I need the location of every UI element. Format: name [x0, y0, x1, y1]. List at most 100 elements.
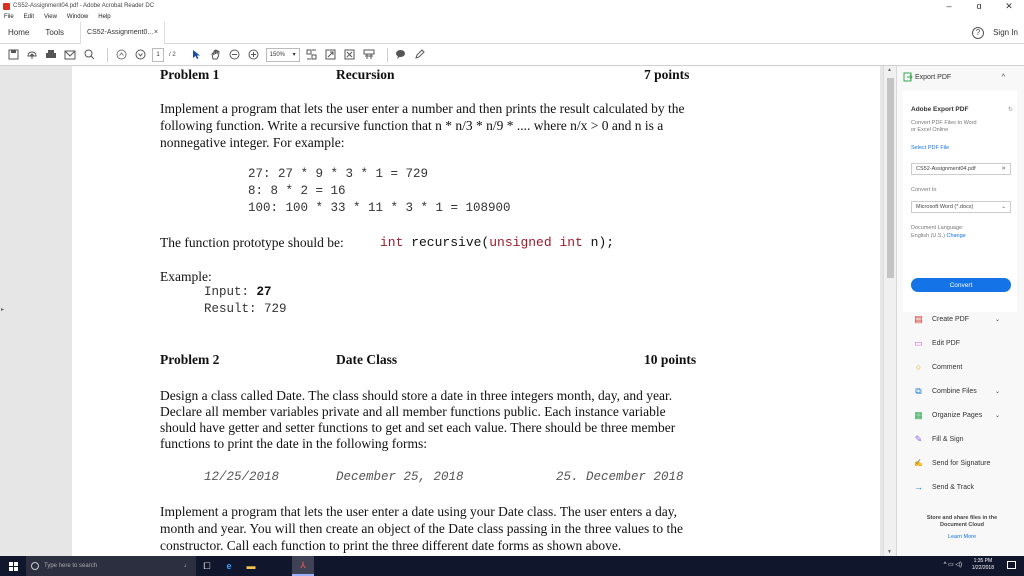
input-value: 27 [256, 285, 272, 299]
acrobat-app-icon [3, 2, 10, 10]
next-page-icon[interactable] [133, 48, 147, 62]
page-number-input[interactable]: 1 [152, 47, 164, 62]
taskbar-spacer [262, 556, 292, 576]
vertical-scrollbar[interactable]: ▲ ▼ [883, 66, 896, 556]
learn-more-link[interactable]: Learn More [907, 534, 1017, 541]
tab-bar: Home Tools CS52-Assignment0... × ? Sign … [0, 21, 1024, 44]
system-tray[interactable]: ^ ▭ ◁) [944, 561, 962, 568]
chevron-down-icon: ⌄ [1001, 204, 1006, 210]
comment-tool-icon: ○ [915, 362, 922, 372]
zoom-in-icon[interactable] [247, 48, 261, 62]
tool-edit-pdf[interactable]: ▭ Edit PDF [914, 335, 1015, 351]
problem2-points: 10 points [644, 352, 697, 367]
acrobat-taskbar-icon[interactable]: ⅄ [292, 556, 314, 576]
rotate-view-icon[interactable] [324, 48, 338, 62]
collapse-icon[interactable]: ^ [1002, 74, 1005, 81]
menu-help[interactable]: Help [98, 14, 110, 20]
comment-icon[interactable] [394, 48, 408, 62]
full-screen-icon[interactable] [343, 48, 357, 62]
menu-file[interactable]: File [4, 14, 14, 20]
prototype-end: n); [582, 235, 615, 250]
toolbar: 1 / 2 150% ▾ [0, 44, 1024, 66]
problem1-heading: Problem 1 [160, 67, 220, 82]
tool-organize-pages[interactable]: ▦ Organize Pages ⌄ [914, 407, 1015, 423]
search-placeholder: Type here to search [44, 563, 98, 569]
tool-label: Create PDF [932, 315, 969, 323]
taskbar-clock[interactable]: 1:35 PM 1/22/2018 [972, 558, 994, 572]
tool-label: Fill & Sign [932, 435, 964, 443]
convert-button[interactable]: Convert [911, 278, 1011, 292]
search-icon[interactable] [82, 48, 96, 62]
tool-fill-sign[interactable]: ✎ Fill & Sign [915, 431, 1015, 447]
adobe-export-title: Adobe Export PDF [911, 106, 969, 113]
hand-tool-icon[interactable] [209, 48, 223, 62]
tool-label: Send & Track [932, 483, 975, 491]
change-language-link[interactable]: Change [946, 233, 965, 239]
problem2-heading: Problem 2 [160, 352, 220, 367]
tab-home[interactable]: Home [0, 22, 37, 44]
example-code-line: 8: 8 * 2 = 16 [248, 184, 346, 198]
taskbar-search-box[interactable]: Type here to search ♩ [26, 556, 196, 576]
document-viewport[interactable]: ▸ Problem 1 Recursion 7 points Implement… [0, 66, 896, 556]
convert-to-value: Microsoft Word (*.docx) [916, 204, 974, 210]
toolbar-divider [107, 47, 108, 62]
email-icon[interactable] [63, 48, 77, 62]
zoom-level-select[interactable]: 150% ▾ [265, 47, 300, 62]
tab-document[interactable]: CS52-Assignment0... × [80, 21, 166, 44]
zoom-out-icon[interactable] [228, 48, 242, 62]
fill-sign-icon: ✎ [914, 433, 923, 444]
maximize-button[interactable]: ɑ [964, 0, 994, 12]
tab-tools[interactable]: Tools [37, 22, 72, 44]
problem1-title: Recursion [336, 67, 395, 82]
tool-create-pdf[interactable]: ▤ Create PDF ⌄ [914, 311, 1015, 327]
edge-icon[interactable]: e [218, 556, 240, 576]
file-explorer-icon[interactable]: ▬ [240, 556, 262, 576]
tool-comment[interactable]: ○ Comment [915, 359, 1015, 375]
minimize-button[interactable]: – [934, 0, 964, 12]
tool-label: Send for Signature [932, 459, 991, 467]
selected-file-field[interactable]: CS52-Assignment04.pdf ✕ [911, 163, 1011, 175]
scrollbar-thumb[interactable] [887, 78, 894, 278]
microphone-icon[interactable]: ♩ [184, 563, 190, 569]
tool-label: Organize Pages [932, 411, 983, 419]
scroll-down-icon[interactable]: ▼ [887, 549, 892, 555]
select-tool-icon[interactable] [190, 48, 204, 62]
fit-page-icon[interactable] [305, 48, 319, 62]
close-tab-icon[interactable]: × [154, 29, 158, 36]
menu-edit[interactable]: Edit [24, 14, 34, 20]
remove-file-icon[interactable]: ✕ [1001, 166, 1006, 172]
date-format-example: 25. December 2018 [556, 470, 684, 484]
convert-to-select[interactable]: Microsoft Word (*.docx) ⌄ [911, 201, 1011, 213]
select-pdf-file-link[interactable]: Select PDF File [911, 145, 949, 151]
tool-send-track[interactable]: → Send & Track [914, 479, 1015, 495]
export-pdf-header[interactable]: Export PDF ^ [897, 66, 1024, 88]
pen-icon[interactable] [413, 48, 427, 62]
save-icon[interactable] [6, 48, 20, 62]
edit-pdf-icon: ▭ [914, 337, 923, 348]
read-mode-icon[interactable] [362, 48, 376, 62]
print-icon[interactable] [44, 48, 58, 62]
adobe-export-card: Adobe Export PDF ↻ Convert PDF Files to … [903, 90, 1017, 312]
task-view-icon[interactable]: ⧠ [196, 556, 218, 576]
refresh-icon[interactable]: ↻ [1008, 106, 1013, 113]
chevron-down-icon: ▾ [292, 52, 296, 58]
help-icon[interactable]: ? [972, 27, 984, 39]
notifications-icon[interactable] [1007, 561, 1016, 569]
problem2-title: Date Class [336, 352, 398, 367]
close-window-button[interactable]: ✕ [994, 0, 1024, 12]
example-code-line: 27: 27 * 9 * 3 * 1 = 729 [248, 167, 429, 181]
menu-view[interactable]: View [44, 14, 57, 20]
sign-in-link[interactable]: Sign In [993, 22, 1018, 44]
tool-send-for-signature[interactable]: ✍ Send for Signature [914, 455, 1015, 471]
clock-time: 1:35 PM [973, 558, 993, 564]
upload-icon[interactable] [25, 48, 39, 62]
problem2-text-line: Declare all member variables private and… [160, 404, 666, 419]
scroll-up-icon[interactable]: ▲ [887, 67, 892, 73]
collapse-left-panel-icon[interactable]: ▸ [1, 306, 4, 313]
start-button[interactable] [0, 556, 26, 576]
tool-combine-files[interactable]: ⧉ Combine Files ⌄ [915, 383, 1015, 399]
problem2-text-line: functions to print the date in the follo… [160, 436, 427, 451]
previous-page-icon[interactable] [114, 48, 128, 62]
zoom-level-value: 150% [269, 51, 286, 58]
menu-window[interactable]: Window [67, 14, 88, 20]
